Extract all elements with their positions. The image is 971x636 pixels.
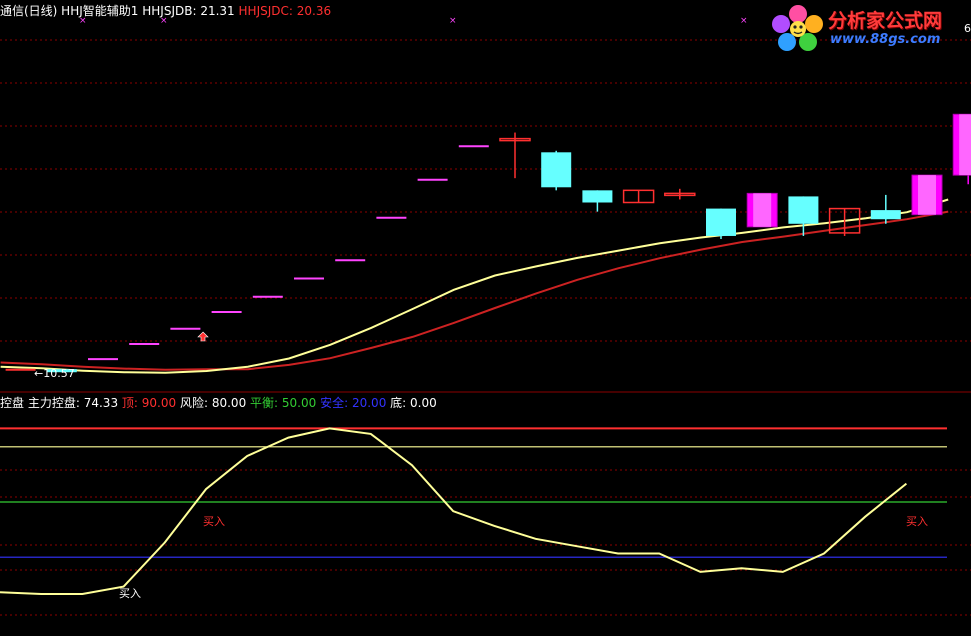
jdc-value: 20.36 <box>296 4 332 18</box>
logo-url: www.88gs.com <box>830 32 941 47</box>
ding-value: 90.00 <box>141 396 177 410</box>
chart-title: 通信(日线) HHJ智能辅助1 <box>0 4 139 18</box>
pingheng-value: 50.00 <box>281 396 317 410</box>
candle-body-down <box>582 190 613 203</box>
top-marker: × <box>449 16 457 26</box>
candle-body-down <box>870 210 901 220</box>
candle-body-highlight <box>753 193 772 227</box>
zhukong-label: 主力控盘: <box>27 396 80 410</box>
di-value: 0.00 <box>410 396 437 410</box>
jdb-value: 21.31 <box>200 4 235 18</box>
fengxian-value: 80.00 <box>211 396 247 410</box>
buy-signal-label-3: 买入 <box>906 515 928 528</box>
indicator-title: 控盘 <box>0 396 25 410</box>
buy-signal-label-2: 买入 <box>119 587 141 600</box>
candle-body-highlight <box>918 175 936 215</box>
chart-background <box>0 0 971 636</box>
fengxian-label: 风险: <box>179 396 209 410</box>
anquan-label: 安全: <box>320 396 349 410</box>
candle-body-down <box>706 208 736 236</box>
anquan-value: 20.00 <box>351 396 387 410</box>
chart: ××××× ←10.57 买入 买入 买入 <box>0 0 971 636</box>
top-marker: × <box>740 16 748 26</box>
candle-body-down <box>541 152 572 188</box>
jdb-label: HHJSJDB: <box>142 4 197 18</box>
candle-body-highlight <box>959 114 971 176</box>
buy-signal-label-1: 买入 <box>203 515 225 528</box>
zhukong-value: 74.33 <box>83 396 119 410</box>
site-logo[interactable]: 分析家公式网 www.88gs.com <box>770 4 966 52</box>
logo-name: 分析家公式网 <box>828 10 943 32</box>
candle-body-down <box>788 196 819 224</box>
price-low-annotation: ←10.57 <box>34 367 75 380</box>
di-label: 底: <box>390 396 407 410</box>
indicator-panel-header: 控盘 主力控盘: 74.33 顶: 90.00 风险: 80.00 平衡: 50… <box>0 394 437 411</box>
jdc-label: HHJSJDC: <box>238 4 293 18</box>
flower-icon <box>772 5 823 51</box>
ding-label: 顶: <box>121 396 138 410</box>
price-panel-header: 通信(日线) HHJ智能辅助1 HHJSJDB: 21.31 HHJSJDC: … <box>0 2 331 19</box>
pingheng-label: 平衡: <box>250 396 279 410</box>
